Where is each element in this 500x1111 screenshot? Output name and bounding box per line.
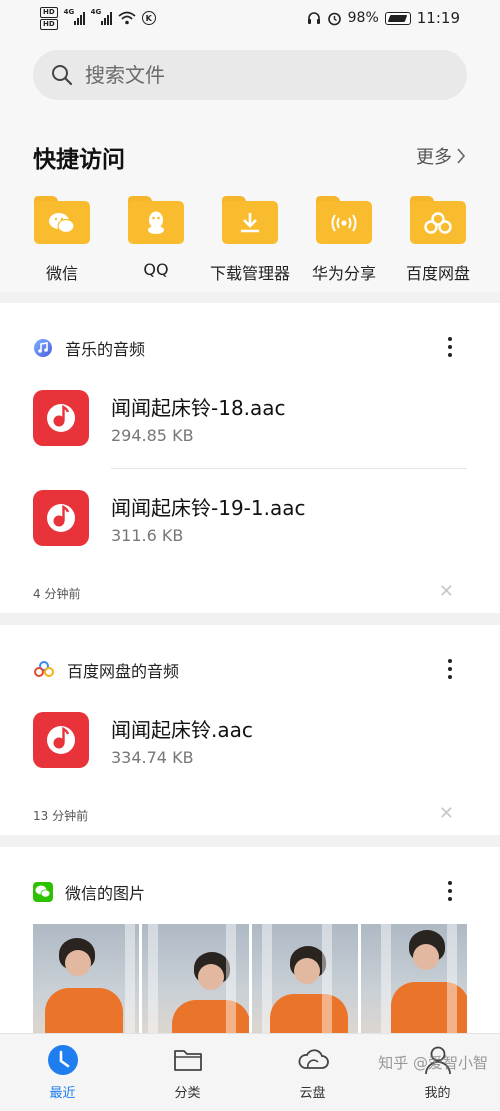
- card-timestamp: 13 分钟前: [33, 809, 89, 823]
- photo-strip: [33, 924, 467, 1033]
- card-timestamp: 4 分钟前: [33, 587, 81, 601]
- tab-cloud[interactable]: 云盘: [258, 1034, 368, 1111]
- quick-access-grid: 微信 QQ 下载管理器 华为分享 百度网盘: [15, 196, 485, 284]
- file-row[interactable]: 闻闻起床铃-18.aac 294.85 KB: [0, 368, 500, 468]
- tab-recent[interactable]: 最近: [8, 1034, 118, 1111]
- quick-access-download-manager[interactable]: 下载管理器: [203, 196, 297, 284]
- quick-access-wechat[interactable]: 微信: [15, 196, 109, 284]
- wifi-icon: [118, 11, 136, 25]
- quick-access-label: 百度网盘: [405, 264, 470, 283]
- tab-label: 分类: [174, 1086, 201, 1101]
- file-row[interactable]: 闻闻起床铃-19-1.aac 311.6 KB: [0, 468, 500, 568]
- k-badge-icon: K: [141, 11, 156, 25]
- quick-access-title: 快捷访问: [33, 147, 125, 173]
- photo-thumbnail[interactable]: [360, 924, 467, 1033]
- battery-icon: [384, 11, 411, 25]
- header-area: 快捷访问 更多 微信: [0, 36, 500, 292]
- photo-thumbnail[interactable]: [251, 924, 358, 1033]
- file-name: 闻闻起床铃-19-1.aac: [111, 496, 306, 520]
- audio-file-icon: [33, 490, 89, 546]
- card-header[interactable]: 微信的图片: [33, 880, 145, 904]
- card-title: 微信的图片: [65, 884, 146, 903]
- quick-access-qq[interactable]: QQ: [109, 196, 203, 284]
- close-icon[interactable]: ✕: [439, 803, 454, 824]
- file-name: 闻闻起床铃-18.aac: [111, 396, 286, 420]
- card-title: 音乐的音频: [65, 340, 146, 359]
- battery-percent: 98%: [347, 10, 379, 26]
- search-icon: [52, 65, 73, 86]
- folder-icon: [34, 196, 90, 244]
- headset-icon: [307, 12, 320, 24]
- folder-icon: [222, 196, 278, 244]
- folder-icon: [316, 196, 372, 244]
- baidu-netdisk-icon: [424, 211, 452, 234]
- qq-icon: [148, 211, 164, 234]
- audio-file-icon: [33, 712, 89, 768]
- file-name: 闻闻起床铃.aac: [111, 718, 253, 742]
- tab-label: 云盘: [299, 1086, 326, 1101]
- quick-access-huawei-share[interactable]: 华为分享: [297, 196, 391, 284]
- huawei-share-icon: [331, 213, 357, 232]
- wechat-icon: [33, 882, 53, 902]
- audio-file-icon: [33, 390, 89, 446]
- recent-card-wechat-images: 微信的图片: [0, 847, 500, 1033]
- wechat-icon: [49, 212, 75, 233]
- clock-time: 11:19: [416, 9, 460, 27]
- search-input[interactable]: [85, 63, 425, 87]
- folder-icon: [173, 1050, 202, 1071]
- status-bar: HD HD 4G 4G K 98% 11:19: [0, 0, 500, 36]
- folder-icon: [128, 196, 184, 244]
- more-options-icon[interactable]: [444, 657, 456, 681]
- quick-access-label: 微信: [45, 264, 78, 283]
- chevron-right-icon: [457, 148, 466, 164]
- file-size: 294.85 KB: [111, 426, 194, 445]
- download-icon: [241, 212, 259, 232]
- cloud-icon: [298, 1049, 329, 1069]
- card-title: 百度网盘的音频: [67, 662, 180, 681]
- tab-label: 我的: [424, 1086, 451, 1101]
- card-header[interactable]: 百度网盘的音频: [33, 658, 179, 682]
- recent-card-music: 音乐的音频 闻闻起床铃-18.aac 294.85 KB 闻闻起床铃-19-1.…: [0, 303, 500, 613]
- quick-access-label: 下载管理器: [209, 264, 290, 283]
- more-options-icon[interactable]: [444, 879, 456, 903]
- quick-access-baidu-netdisk[interactable]: 百度网盘: [391, 196, 485, 284]
- tab-category[interactable]: 分类: [133, 1034, 243, 1111]
- music-app-icon: [34, 339, 52, 357]
- quick-access-label: QQ: [143, 260, 169, 279]
- file-row[interactable]: 闻闻起床铃.aac 334.74 KB: [0, 690, 500, 790]
- more-label: 更多: [416, 147, 452, 168]
- card-header[interactable]: 音乐的音频: [33, 336, 145, 360]
- alarm-icon: [327, 12, 341, 25]
- photo-thumbnail[interactable]: [33, 924, 140, 1033]
- file-size: 334.74 KB: [111, 748, 194, 767]
- photo-thumbnail[interactable]: [142, 924, 249, 1033]
- recent-card-baidu: 百度网盘的音频 闻闻起床铃.aac 334.74 KB 13 分钟前 ✕: [0, 625, 500, 835]
- watermark: 知乎 @爱智小智: [378, 1054, 488, 1072]
- close-icon[interactable]: ✕: [439, 581, 454, 602]
- hd-indicator: HD HD: [40, 6, 58, 30]
- baidu-netdisk-icon: [34, 661, 54, 677]
- quick-access-label: 华为分享: [311, 264, 376, 283]
- folder-icon: [410, 196, 466, 244]
- more-options-icon[interactable]: [444, 335, 456, 359]
- signal-icon-2: 4G: [91, 8, 112, 25]
- clock-icon: [47, 1045, 78, 1075]
- tab-label: 最近: [49, 1086, 76, 1101]
- search-bar[interactable]: [33, 50, 467, 100]
- file-size: 311.6 KB: [111, 526, 184, 545]
- signal-icon: 4G: [64, 8, 85, 25]
- quick-access-more-button[interactable]: 更多: [416, 143, 466, 169]
